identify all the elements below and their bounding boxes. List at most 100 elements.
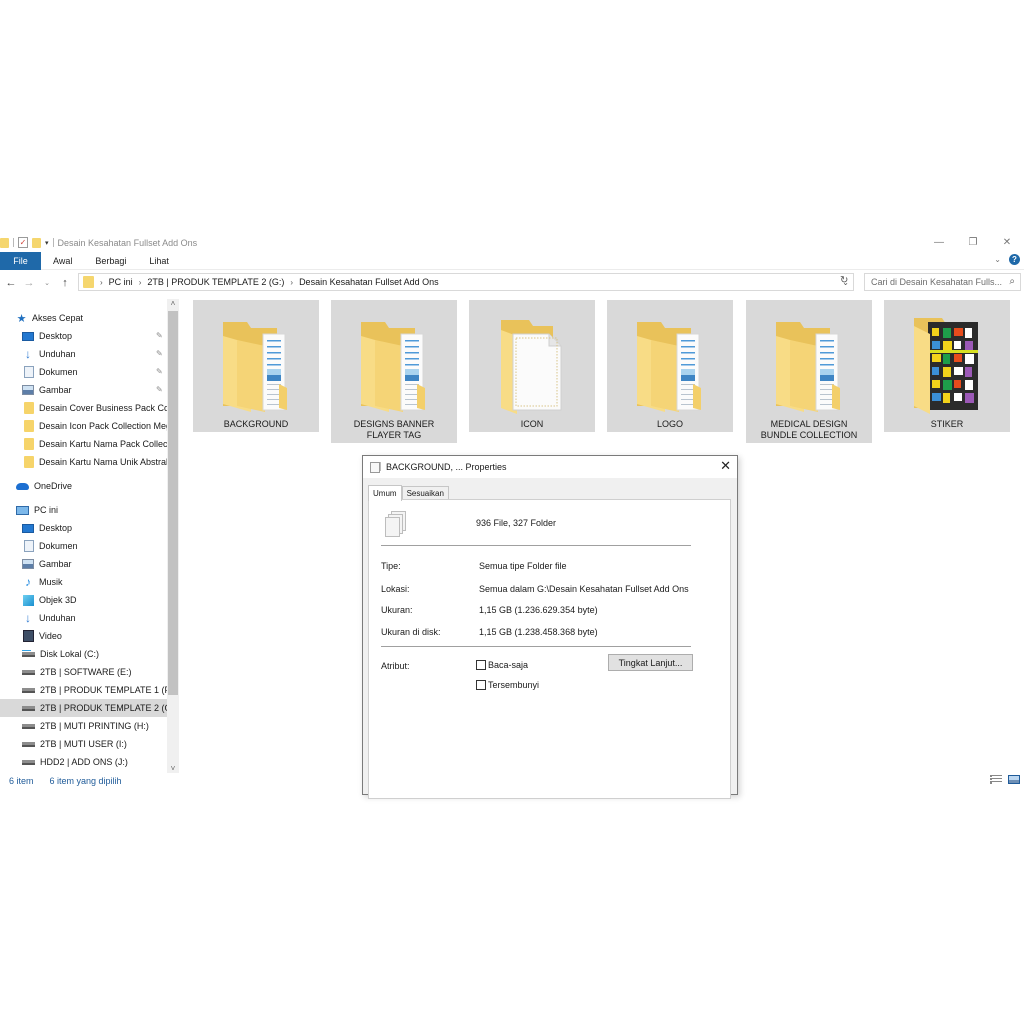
breadcrumb-separator: › [100, 277, 103, 287]
help-icon[interactable]: ? [1009, 254, 1020, 265]
dialog-title-bar[interactable]: BACKGROUND, ... Properties ✕ [363, 456, 737, 478]
sidebar-item-drive-h[interactable]: 2TB | MUTI PRINTING (H:) [22, 717, 149, 735]
desktop-icon [22, 523, 34, 533]
recent-locations-button[interactable]: ⌄ [40, 279, 54, 287]
advanced-button[interactable]: Tingkat Lanjut... [608, 654, 693, 671]
large-icons-view-icon[interactable] [1008, 775, 1020, 784]
pin-icon[interactable]: ✎ [156, 367, 163, 376]
checkbox-box[interactable] [476, 660, 486, 670]
pictures-icon [22, 559, 34, 569]
folder-item[interactable]: ICON [469, 300, 595, 432]
details-view-icon[interactable] [990, 775, 1002, 784]
dialog-title: BACKGROUND, ... Properties [386, 462, 507, 472]
restore-button[interactable]: ❐ [956, 233, 990, 252]
tab-berbagi[interactable]: Berbagi [84, 256, 138, 266]
sidebar-item-this-pc[interactable]: PC ini [16, 501, 58, 519]
sidebar-item-documents[interactable]: Dokumen [24, 363, 167, 381]
breadcrumb-current-folder[interactable]: Desain Kesahatan Fullset Add Ons [299, 277, 439, 287]
sidebar-item-label: Gambar [39, 385, 72, 395]
sidebar-item-music[interactable]: ♪ Musik [22, 573, 63, 591]
up-button[interactable]: ↑ [58, 277, 72, 289]
folder-item[interactable]: LOGO [607, 300, 733, 432]
expand-ribbon-icon[interactable]: ⌄ [994, 255, 1001, 264]
sidebar-item-folder[interactable]: Desain Icon Pack Collection Mega [24, 417, 167, 435]
customize-toolbar-icon[interactable]: ▾ [45, 239, 49, 247]
folder-icon [24, 438, 34, 450]
sidebar-item-videos[interactable]: Video [23, 627, 62, 645]
sidebar-item-label: Unduhan [39, 349, 76, 359]
tab-lihat[interactable]: Lihat [138, 256, 181, 266]
folder-thumbnail-icon [908, 314, 986, 414]
sidebar-item-label: Gambar [39, 559, 72, 569]
sidebar-item-downloads[interactable]: ↓ Unduhan [22, 609, 76, 627]
sidebar-item-desktop[interactable]: Desktop [22, 519, 72, 537]
sidebar-item-label: 2TB | MUTI USER (I:) [40, 739, 127, 749]
search-icon[interactable]: ⌕ [1009, 276, 1015, 287]
scroll-up-button[interactable]: ˄ [167, 299, 179, 308]
folder-item[interactable]: DESIGNS BANNER FLAYER TAG [331, 300, 457, 443]
sidebar-item-onedrive[interactable]: OneDrive [16, 477, 72, 495]
sidebar-scrollbar[interactable]: ˄ ˅ [167, 299, 179, 773]
folder-icon [0, 237, 9, 248]
property-label: Lokasi: [381, 584, 410, 594]
pin-icon[interactable]: ✎ [156, 385, 163, 394]
sidebar-item-3d-objects[interactable]: Objek 3D [23, 591, 77, 609]
properties-icon[interactable]: ✓ [18, 237, 28, 248]
selected-count: 6 item yang dipilih [49, 776, 122, 786]
sidebar-item-downloads[interactable]: ↓ Unduhan [22, 345, 167, 363]
sidebar-item-folder[interactable]: Desain Kartu Nama Unik Abstrak [24, 453, 167, 471]
window-title: Desain Kesahatan Fullset Add Ons [57, 237, 198, 248]
sidebar-item-drive-e[interactable]: 2TB | SOFTWARE (E:) [22, 663, 132, 681]
property-value: Semua tipe Folder file [479, 561, 567, 571]
search-input[interactable]: Cari di Desain Kesahatan Fulls... ⌕ [864, 273, 1021, 291]
folder-icon [24, 402, 34, 414]
pin-icon[interactable]: ✎ [156, 349, 163, 358]
sidebar-item-pictures[interactable]: Gambar [22, 381, 167, 399]
property-label: Ukuran di disk: [381, 627, 441, 637]
sidebar-item-label: Desain Icon Pack Collection Mega [39, 421, 167, 431]
read-only-checkbox[interactable]: Baca-saja [476, 660, 528, 670]
sidebar-item-drive-j[interactable]: HDD2 | ADD ONS (J:) [22, 753, 128, 771]
tab-awal[interactable]: Awal [42, 256, 84, 266]
hidden-checkbox[interactable]: Tersembunyi [476, 680, 539, 690]
sidebar-item-desktop[interactable]: Desktop [22, 327, 167, 345]
breadcrumb-pc[interactable]: PC ini [109, 277, 133, 287]
breadcrumb-separator[interactable]: › [290, 278, 293, 287]
sidebar-item-drive-g[interactable]: 2TB | PRODUK TEMPLATE 2 (G:) [0, 699, 167, 717]
sidebar-item-label: Dokumen [39, 367, 78, 377]
sidebar-item-drive-f[interactable]: 2TB | PRODUK TEMPLATE 1 (F:) [22, 681, 176, 699]
checkbox-box[interactable] [476, 680, 486, 690]
sidebar-item-documents[interactable]: Dokumen [24, 537, 78, 555]
tab-sesuaikan[interactable]: Sesuaikan [401, 486, 449, 500]
sidebar-item-quick-access[interactable]: ★ Akses Cepat [16, 309, 83, 327]
forward-button[interactable]: → [22, 277, 36, 289]
tab-umum[interactable]: Umum [368, 485, 402, 501]
drive-icon [22, 741, 35, 747]
folder-item[interactable]: MEDICAL DESIGN BUNDLE COLLECTION [746, 300, 872, 443]
back-button[interactable]: ← [4, 277, 18, 289]
scroll-down-button[interactable]: ˅ [167, 764, 179, 773]
sidebar-item-drive-c[interactable]: Disk Lokal (C:) [22, 645, 99, 663]
sidebar-item-folder[interactable]: Desain Cover Business Pack Collection [24, 399, 167, 417]
address-bar[interactable]: › PC ini › 2TB | PRODUK TEMPLATE 2 (G:) … [78, 273, 854, 291]
download-icon: ↓ [25, 347, 31, 361]
sidebar-item-label: 2TB | PRODUK TEMPLATE 1 (F:) [40, 685, 176, 695]
sidebar-item-drive-i[interactable]: 2TB | MUTI USER (I:) [22, 735, 127, 753]
tab-file[interactable]: File [0, 251, 41, 270]
dialog-close-button[interactable]: ✕ [720, 459, 731, 473]
close-button[interactable]: ✕ [990, 233, 1024, 252]
sidebar-item-folder[interactable]: Desain Kartu Nama Pack Collection [24, 435, 167, 453]
sidebar-item-label: 2TB | PRODUK TEMPLATE 2 (G:) [40, 703, 167, 713]
pin-icon[interactable]: ✎ [156, 331, 163, 340]
breadcrumb-drive[interactable]: 2TB | PRODUK TEMPLATE 2 (G:) [147, 277, 284, 287]
new-folder-icon[interactable] [32, 237, 41, 248]
breadcrumb-separator[interactable]: › [139, 278, 142, 287]
folder-item[interactable]: STIKER [884, 300, 1010, 432]
scrollbar-thumb[interactable] [168, 311, 178, 695]
onedrive-icon [16, 482, 29, 490]
music-icon: ♪ [25, 575, 31, 589]
sidebar-item-pictures[interactable]: Gambar [22, 555, 72, 573]
folder-item[interactable]: BACKGROUND [193, 300, 319, 432]
minimize-button[interactable]: — [922, 233, 956, 252]
refresh-icon[interactable]: ↻ [840, 275, 848, 286]
